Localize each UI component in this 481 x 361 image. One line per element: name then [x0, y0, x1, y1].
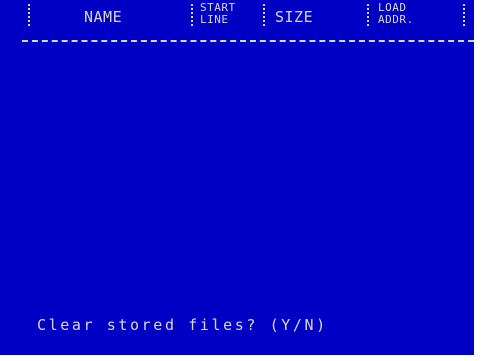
column-separator — [28, 4, 30, 26]
screen-background — [0, 0, 474, 355]
header-divider — [22, 40, 474, 42]
column-separator — [367, 4, 369, 26]
column-header-line: LINE — [200, 13, 229, 26]
clear-files-prompt: Clear stored files? (Y/N) — [37, 316, 328, 334]
column-header-name: NAME — [84, 8, 123, 26]
column-separator — [263, 4, 265, 26]
column-header-load: LOAD — [378, 1, 407, 14]
column-header-size: SIZE — [275, 8, 314, 26]
column-separator — [463, 4, 465, 26]
column-header-addr: ADDR. — [378, 13, 414, 26]
column-header-start: START — [200, 1, 236, 14]
terminal-screen: NAME START LINE SIZE LOAD ADDR. Clear st… — [0, 0, 481, 361]
column-separator — [191, 4, 193, 26]
